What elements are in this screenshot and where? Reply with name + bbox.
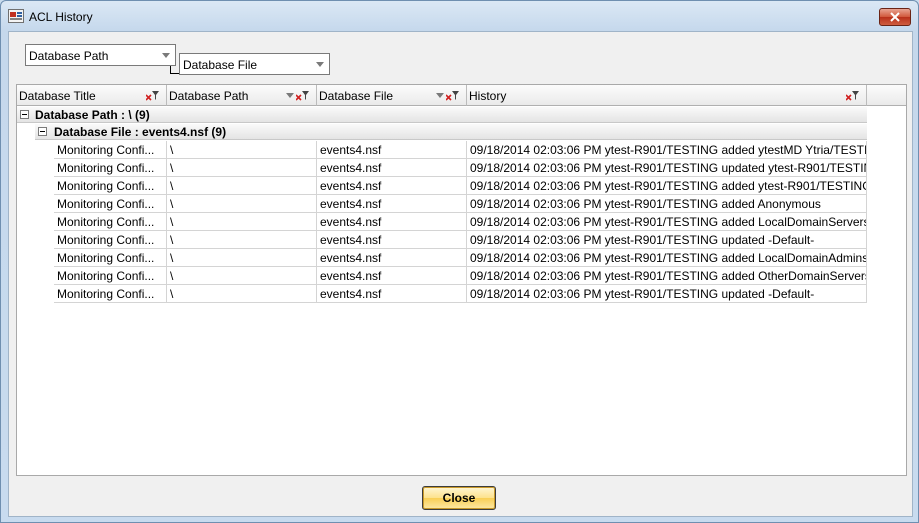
cell-history: 09/18/2014 02:03:06 PM ytest-R901/TESTIN… xyxy=(467,267,867,285)
cell-history: 09/18/2014 02:03:06 PM ytest-R901/TESTIN… xyxy=(467,177,867,195)
group-row-database-path[interactable]: Database Path : \ (9) xyxy=(17,107,867,123)
filter-icon[interactable] xyxy=(296,90,310,101)
cell-database-title: Monitoring Confi... xyxy=(54,177,167,195)
table-row[interactable]: Monitoring Confi... \ events4.nsf 09/18/201… xyxy=(54,177,867,195)
cell-history: 09/18/2014 02:03:06 PM ytest-R901/TESTIN… xyxy=(467,285,867,303)
table-row[interactable]: Monitoring Confi... \ events4.nsf 09/18/201… xyxy=(54,141,867,159)
group-by-chip-label: Database Path xyxy=(29,49,109,63)
cell-database-file: events4.nsf xyxy=(317,141,467,159)
chevron-down-icon xyxy=(316,62,324,67)
column-header-label: Database File xyxy=(319,89,394,103)
column-header-database-file[interactable]: Database File xyxy=(317,85,467,106)
cell-database-title: Monitoring Confi... xyxy=(54,285,167,303)
cell-database-path: \ xyxy=(167,267,317,285)
close-icon xyxy=(890,12,900,22)
cell-history: 09/18/2014 02:03:06 PM ytest-R901/TESTIN… xyxy=(467,249,867,267)
cell-database-title: Monitoring Confi... xyxy=(54,159,167,177)
filter-icon[interactable] xyxy=(846,90,860,101)
table-row[interactable]: Monitoring Confi... \ events4.nsf 09/18/201… xyxy=(54,249,867,267)
cell-history: 09/18/2014 02:03:06 PM ytest-R901/TESTIN… xyxy=(467,195,867,213)
table-row[interactable]: Monitoring Confi... \ events4.nsf 09/18/201… xyxy=(54,159,867,177)
cell-history: 09/18/2014 02:03:06 PM ytest-R901/TESTIN… xyxy=(467,231,867,249)
cell-history: 09/18/2014 02:03:06 PM ytest-R901/TESTIN… xyxy=(467,213,867,231)
cell-database-path: \ xyxy=(167,213,317,231)
cell-database-path: \ xyxy=(167,249,317,267)
cell-database-path: \ xyxy=(167,231,317,249)
table-row[interactable]: Monitoring Confi... \ events4.nsf 09/18/201… xyxy=(54,231,867,249)
cell-database-title: Monitoring Confi... xyxy=(54,231,167,249)
collapse-icon[interactable] xyxy=(38,127,47,136)
table-row[interactable]: Monitoring Confi... \ events4.nsf 09/18/201… xyxy=(54,195,867,213)
filter-icon[interactable] xyxy=(146,90,160,101)
window-close-button[interactable] xyxy=(879,8,911,26)
table-row[interactable]: Monitoring Confi... \ events4.nsf 09/18/201… xyxy=(54,213,867,231)
cell-database-file: events4.nsf xyxy=(317,159,467,177)
cell-database-title: Monitoring Confi... xyxy=(54,195,167,213)
group-label: Database Path : \ (9) xyxy=(35,108,150,122)
cell-database-file: events4.nsf xyxy=(317,195,467,213)
column-header-label: History xyxy=(469,89,507,103)
collapse-icon[interactable] xyxy=(20,110,29,119)
cell-database-path: \ xyxy=(167,141,317,159)
cell-database-file: events4.nsf xyxy=(317,213,467,231)
column-header-label: Database Path xyxy=(169,89,249,103)
cell-database-path: \ xyxy=(167,177,317,195)
sort-arrow-icon xyxy=(436,93,444,98)
column-header-label: Database Title xyxy=(19,89,96,103)
cell-database-file: events4.nsf xyxy=(317,249,467,267)
acl-history-grid: Database Title Database Path Database Fi… xyxy=(16,84,907,476)
window-title: ACL History xyxy=(29,10,93,24)
cell-database-file: events4.nsf xyxy=(317,177,467,195)
group-row-database-file[interactable]: Database File : events4.nsf (9) xyxy=(35,124,867,140)
cell-database-file: events4.nsf xyxy=(317,285,467,303)
column-header-filler xyxy=(867,85,906,106)
column-header-database-path[interactable]: Database Path xyxy=(167,85,317,106)
acl-history-window: ACL History Database Path Database File … xyxy=(0,0,919,523)
group-connector xyxy=(170,66,179,74)
cell-database-path: \ xyxy=(167,285,317,303)
group-label: Database File : events4.nsf (9) xyxy=(54,125,227,139)
cell-history: 09/18/2014 02:03:06 PM ytest-R901/TESTIN… xyxy=(467,141,867,159)
cell-database-title: Monitoring Confi... xyxy=(54,141,167,159)
table-row[interactable]: Monitoring Confi... \ events4.nsf 09/18/201… xyxy=(54,267,867,285)
table-row[interactable]: Monitoring Confi... \ events4.nsf 09/18/201… xyxy=(54,285,867,303)
app-icon xyxy=(8,9,24,23)
filter-icon[interactable] xyxy=(446,90,460,101)
cell-database-title: Monitoring Confi... xyxy=(54,213,167,231)
client-area: Database Path Database File Database Tit… xyxy=(8,31,913,517)
sort-arrow-icon xyxy=(286,93,294,98)
group-by-chip-database-file[interactable]: Database File xyxy=(179,53,330,75)
close-button[interactable]: Close xyxy=(422,486,496,510)
column-header-history[interactable]: History xyxy=(467,85,867,106)
cell-history: 09/18/2014 02:03:06 PM ytest-R901/TESTIN… xyxy=(467,159,867,177)
cell-database-path: \ xyxy=(167,159,317,177)
cell-database-title: Monitoring Confi... xyxy=(54,249,167,267)
cell-database-file: events4.nsf xyxy=(317,267,467,285)
title-bar[interactable]: ACL History xyxy=(1,1,918,31)
chevron-down-icon xyxy=(162,53,170,58)
cell-database-file: events4.nsf xyxy=(317,231,467,249)
group-by-chip-label: Database File xyxy=(183,58,258,72)
group-by-chip-database-path[interactable]: Database Path xyxy=(25,44,176,66)
column-header-database-title[interactable]: Database Title xyxy=(17,85,167,106)
cell-database-title: Monitoring Confi... xyxy=(54,267,167,285)
cell-database-path: \ xyxy=(167,195,317,213)
